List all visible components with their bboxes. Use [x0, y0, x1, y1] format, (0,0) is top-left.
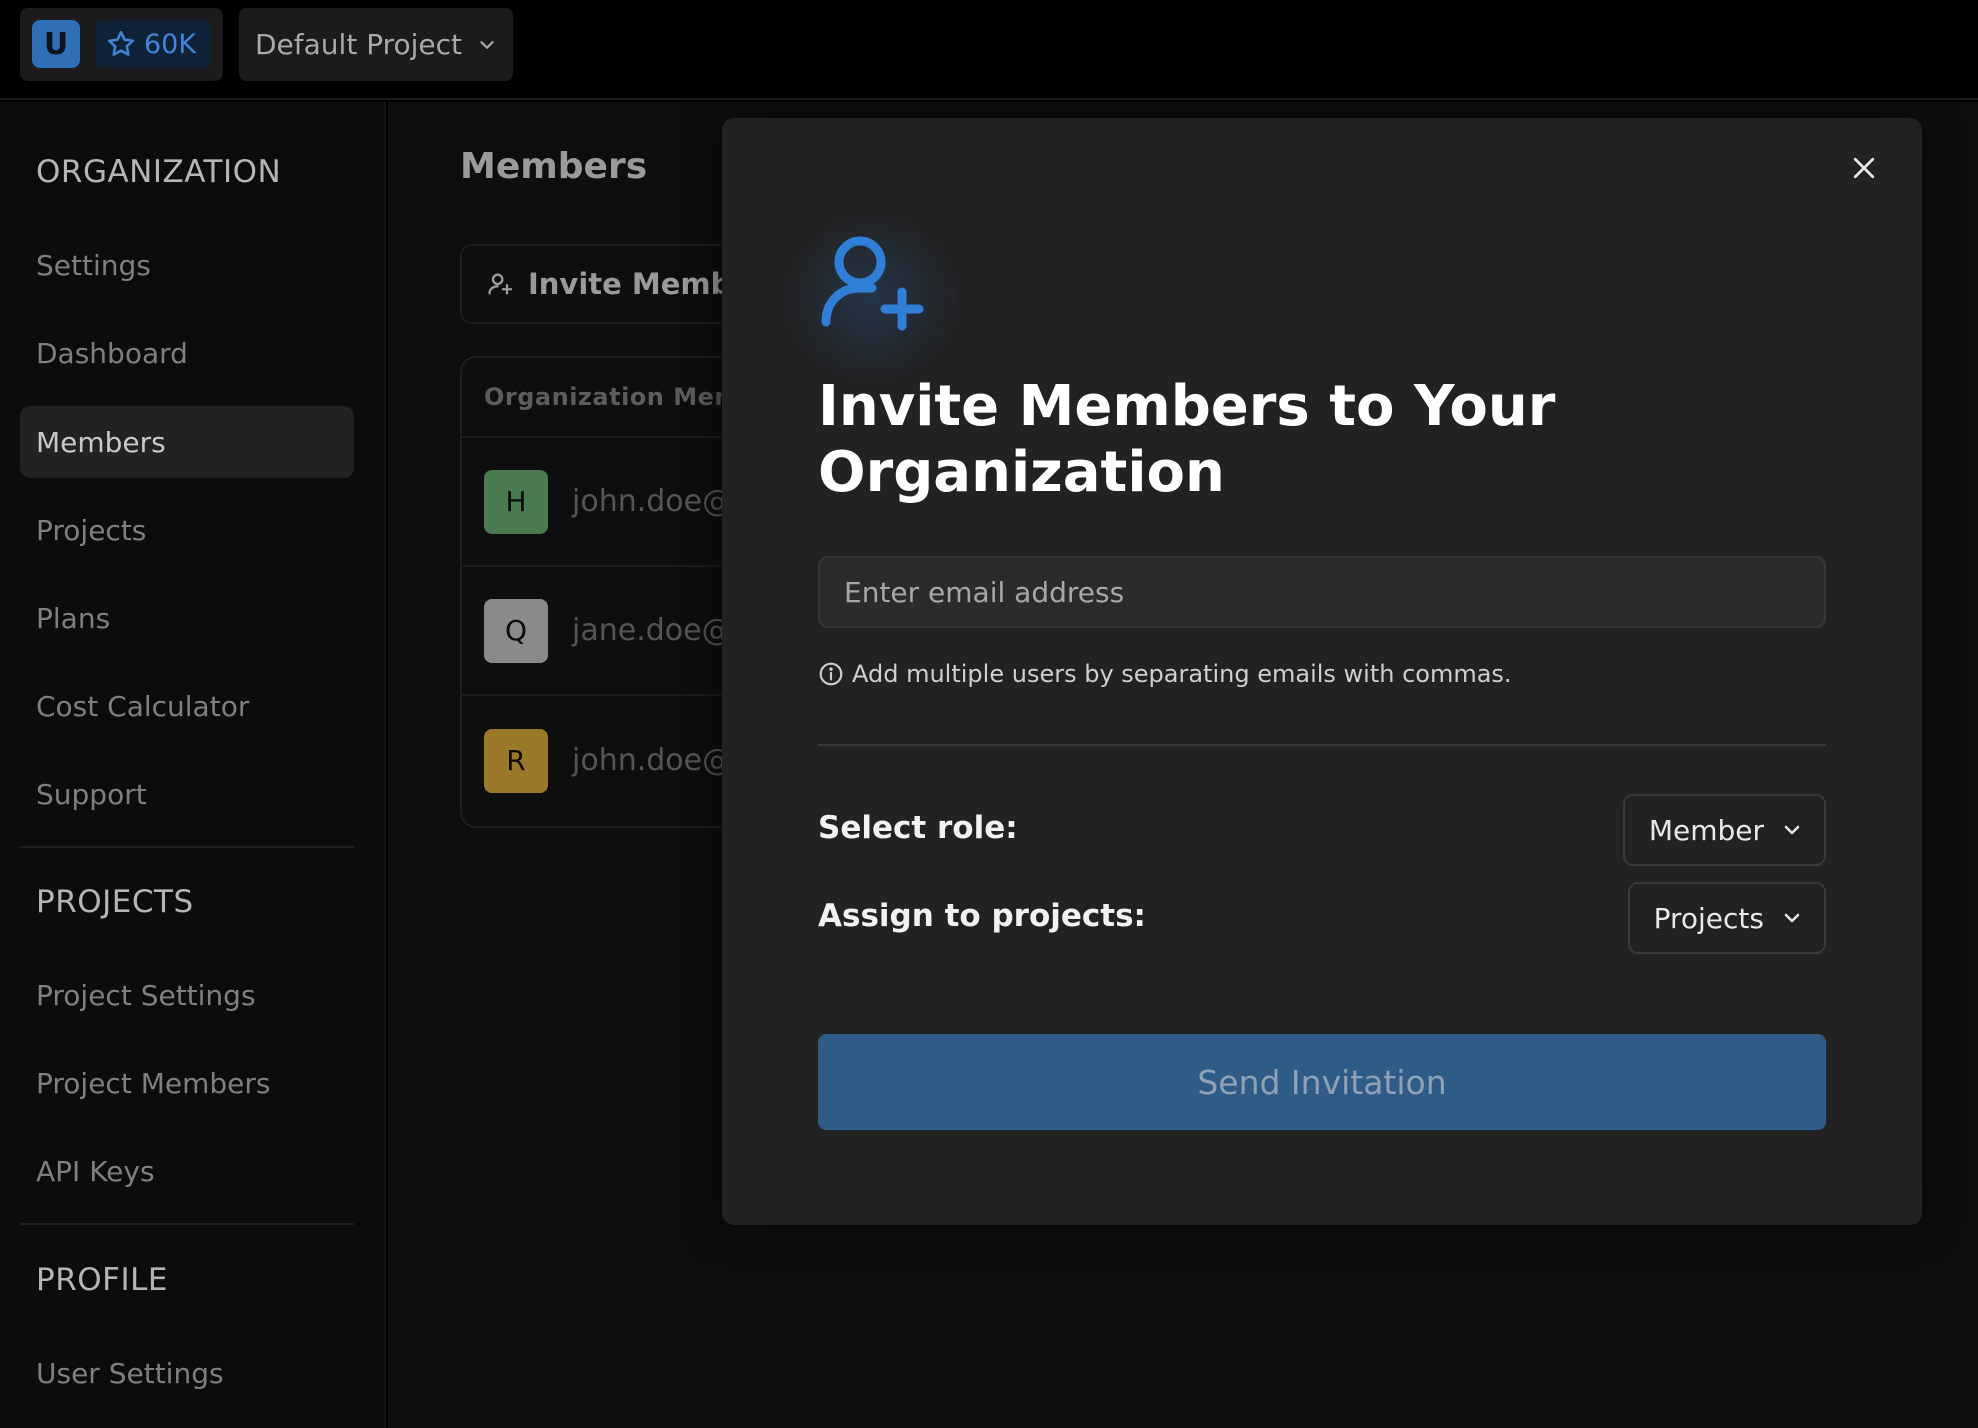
close-icon [1853, 157, 1875, 179]
member-email: john.doe@ [572, 484, 733, 519]
member-email: jane.doe@ [572, 613, 732, 648]
sidebar-item-plans[interactable]: Plans [20, 582, 354, 654]
sidebar-item-settings[interactable]: Settings [20, 229, 354, 301]
invite-members-label: Invite Membe [528, 267, 752, 301]
sidebar-item-support[interactable]: Support [20, 758, 354, 830]
sidebar-divider [20, 846, 354, 848]
project-selector[interactable]: Default Project [239, 8, 513, 81]
projects-dropdown[interactable]: Projects [1627, 882, 1826, 954]
projects-label: Assign to projects: [818, 898, 1146, 934]
brand-logo: U [32, 20, 80, 68]
sidebar-item-api-keys[interactable]: API Keys [20, 1135, 354, 1207]
project-name: Default Project [255, 28, 463, 61]
sidebar-section-profile: PROFILE [36, 1262, 168, 1298]
brand-badge[interactable]: U 60K [20, 8, 223, 81]
chevron-down-icon [1784, 913, 1800, 923]
sidebar: ORGANIZATION Settings Dashboard Members … [0, 102, 386, 1428]
sidebar-item-dashboard[interactable]: Dashboard [20, 317, 354, 389]
user-plus-icon [821, 236, 924, 331]
page-title: Members [460, 146, 648, 187]
invite-members-modal: Invite Members to Your Organization Add … [722, 118, 1922, 1225]
chevron-down-icon [1784, 825, 1800, 835]
chevron-down-icon [480, 40, 494, 49]
role-dropdown[interactable]: Member [1622, 794, 1826, 866]
sidebar-item-user-settings[interactable]: User Settings [20, 1337, 354, 1409]
modal-divider [818, 744, 1826, 746]
sidebar-divider [20, 1223, 354, 1225]
info-icon [819, 662, 843, 686]
avatar: R [484, 728, 548, 793]
email-hint: Add multiple users by separating emails … [818, 660, 1512, 688]
star-icon [107, 30, 135, 56]
user-plus-icon [488, 273, 513, 295]
stars-count: 60K [144, 28, 197, 60]
email-hint-text: Add multiple users by separating emails … [852, 660, 1512, 688]
modal-title: Invite Members to Your Organization [818, 374, 1556, 505]
avatar: Q [484, 598, 548, 663]
avatar: H [484, 469, 548, 534]
member-email: john.doe@ [572, 743, 733, 778]
send-invitation-button[interactable]: Send Invitation [818, 1034, 1826, 1130]
sidebar-item-project-settings[interactable]: Project Settings [20, 959, 354, 1031]
sidebar-section-organization: ORGANIZATION [36, 154, 282, 190]
role-value: Member [1648, 813, 1764, 847]
top-bar: U 60K Default Project [0, 0, 1978, 100]
sidebar-item-projects[interactable]: Projects [20, 494, 354, 566]
role-label: Select role: [818, 810, 1018, 846]
close-button[interactable] [1844, 148, 1884, 188]
sidebar-section-projects: PROJECTS [36, 884, 194, 920]
projects-value: Projects [1653, 901, 1764, 935]
email-input[interactable] [818, 556, 1826, 628]
sidebar-item-project-members[interactable]: Project Members [20, 1047, 354, 1119]
sidebar-item-members[interactable]: Members [20, 406, 354, 478]
sidebar-item-cost-calculator[interactable]: Cost Calculator [20, 670, 354, 742]
github-stars[interactable]: 60K [96, 20, 211, 68]
